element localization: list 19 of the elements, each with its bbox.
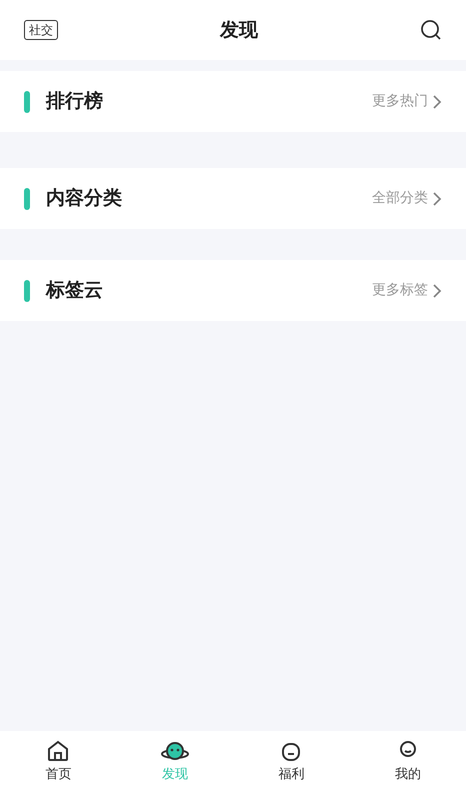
- section-row[interactable]: 标签云 更多标签: [0, 260, 466, 321]
- accent-bar: [24, 280, 30, 302]
- tab-item[interactable]: 首页: [0, 731, 116, 792]
- chevron-icon: [432, 94, 442, 110]
- chevron-icon: [432, 282, 442, 298]
- section-row[interactable]: 排行榜 更多热门: [0, 71, 466, 132]
- page-title: 发现: [220, 18, 258, 43]
- accent-bar: [24, 90, 30, 112]
- tab-item[interactable]: 我的: [350, 731, 466, 792]
- section-title: 排行榜: [46, 89, 103, 114]
- social-button[interactable]: 社交: [24, 20, 58, 40]
- home-icon: [46, 738, 70, 763]
- section-title: 内容分类: [46, 186, 122, 212]
- tab-item[interactable]: 福利: [233, 731, 350, 792]
- search-icon[interactable]: [420, 19, 442, 41]
- chevron-icon: [432, 190, 442, 206]
- section-title: 标签云: [46, 278, 103, 304]
- accent-bar: [24, 188, 30, 210]
- section-row[interactable]: 内容分类 全部分类: [0, 168, 466, 229]
